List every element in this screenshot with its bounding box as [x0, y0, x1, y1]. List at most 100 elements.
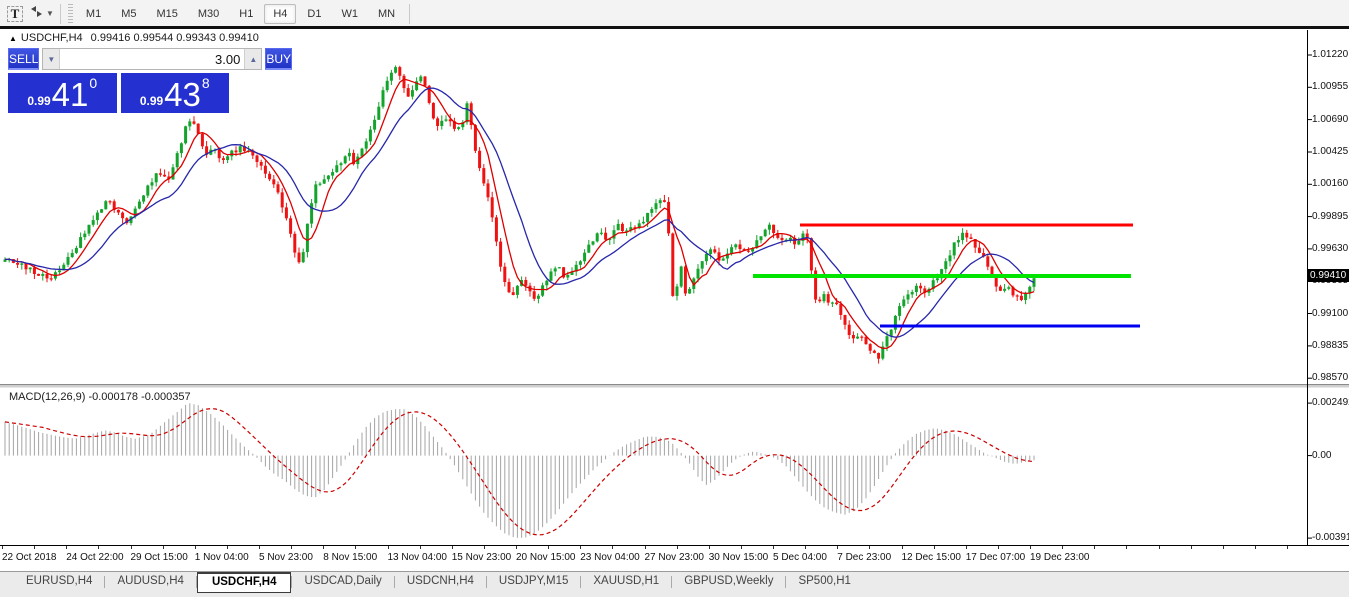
time-axis-tick	[612, 546, 613, 549]
volume-control: ▼ ▲	[42, 48, 262, 70]
time-axis[interactable]: 22 Oct 2018 24 Oct 22:00 29 Oct 15:00 1 Nov…	[0, 546, 1349, 571]
chart-tab-gbpusd-weekly[interactable]: GBPUSD,Weekly	[672, 572, 785, 591]
time-axis-tick	[355, 546, 356, 549]
chart-tab-usdcnh-h4[interactable]: USDCNH,H4	[395, 572, 486, 591]
timeframe-button-m1[interactable]: M1	[77, 4, 110, 24]
time-axis-tick	[1287, 546, 1288, 549]
toolbar-grip[interactable]	[68, 4, 73, 24]
time-axis-tick	[709, 546, 710, 549]
current-price-tag: 0.99410	[1308, 269, 1349, 282]
price-axis[interactable]: 0.99410 1.012201.009551.006901.004251.00…	[1308, 30, 1349, 546]
time-axis-label: 8 Nov 15:00	[323, 552, 377, 563]
price-axis-label: 0.99630	[1312, 243, 1348, 254]
volume-input[interactable]	[60, 49, 244, 69]
timeframe-button-h4[interactable]: H4	[264, 4, 296, 24]
buy-price-button[interactable]: 0.99438	[121, 73, 230, 113]
time-axis-label: 15 Nov 23:00	[452, 552, 512, 563]
toolbar-underline	[0, 26, 1349, 29]
time-axis-tick	[580, 546, 581, 549]
timeframe-button-w1[interactable]: W1	[332, 4, 367, 24]
time-axis-label: 22 Oct 2018	[2, 552, 56, 563]
time-axis-tick	[902, 546, 903, 549]
chart-tab-eurusd-h4[interactable]: EURUSD,H4	[14, 572, 104, 591]
time-axis-label: 24 Oct 22:00	[66, 552, 123, 563]
time-axis-tick	[966, 546, 967, 549]
chart-tab-audusd-h4[interactable]: AUDUSD,H4	[105, 572, 195, 591]
price-axis-label: 1.00160	[1312, 178, 1348, 189]
sell-price-pip: 0	[89, 75, 97, 91]
chart-tab-xauusd-h1[interactable]: XAUUSD,H1	[581, 572, 671, 591]
time-axis-tick	[869, 546, 870, 549]
chart-tab-bar: EURUSD,H4AUDUSD,H4USDCHF,H4USDCAD,DailyU…	[0, 571, 1349, 597]
chart-tab-usdjpy-m15[interactable]: USDJPY,M15	[487, 572, 580, 591]
macd-axis-label: 0.00	[1312, 450, 1331, 461]
time-axis-tick	[2, 546, 3, 549]
time-axis-tick	[131, 546, 132, 549]
time-axis-tick	[388, 546, 389, 549]
top-toolbar: T ▼ M1M5M15M30H1H4D1W1MN	[0, 0, 1349, 27]
time-axis-tick	[516, 546, 517, 549]
price-axis-label: 0.99100	[1312, 308, 1348, 319]
time-axis-tick	[1159, 546, 1160, 549]
chart-tab-sp500-h1[interactable]: SP500,H1	[786, 572, 862, 591]
macd-indicator-label: MACD(12,26,9) -0.000178 -0.000357	[9, 391, 191, 403]
price-axis-label: 0.98570	[1312, 372, 1348, 383]
price-axis-label: 1.00425	[1312, 146, 1348, 157]
collapse-triangle-icon[interactable]: ▲	[9, 34, 17, 43]
time-axis-label: 1 Nov 04:00	[195, 552, 249, 563]
timeframe-button-mn[interactable]: MN	[369, 4, 404, 24]
timeframe-button-h1[interactable]: H1	[230, 4, 262, 24]
time-axis-label: 30 Nov 15:00	[709, 552, 769, 563]
time-axis-tick	[323, 546, 324, 549]
timeframe-buttons: M1M5M15M30H1H4D1W1MN	[76, 4, 405, 24]
time-axis-tick	[548, 546, 549, 549]
time-axis-tick	[291, 546, 292, 549]
time-axis-tick	[1094, 546, 1095, 549]
volume-decrease-button[interactable]: ▼	[43, 49, 60, 69]
time-axis-label: 17 Dec 07:00	[966, 552, 1026, 563]
macd-axis-label: 0.002492	[1312, 397, 1349, 408]
time-axis-tick	[1030, 546, 1031, 549]
volume-increase-button[interactable]: ▲	[244, 49, 261, 69]
time-axis-tick	[227, 546, 228, 549]
text-tool-button[interactable]: T	[4, 3, 26, 25]
time-axis-label: 29 Oct 15:00	[131, 552, 188, 563]
time-axis-label: 5 Dec 04:00	[773, 552, 827, 563]
chart-tab-usdchf-h4[interactable]: USDCHF,H4	[197, 572, 292, 593]
time-axis-tick	[484, 546, 485, 549]
chart-tab-usdcad-daily[interactable]: USDCAD,Daily	[292, 572, 393, 591]
cursor-arrows-icon	[29, 5, 44, 23]
buy-price-pip: 8	[202, 75, 210, 91]
price-axis-label: 0.98835	[1312, 340, 1348, 351]
time-axis-tick	[1126, 546, 1127, 549]
price-axis-label: 0.99895	[1312, 211, 1348, 222]
time-axis-label: 12 Dec 15:00	[902, 552, 962, 563]
buy-price-base: 0.99	[140, 94, 163, 108]
time-axis-tick	[837, 546, 838, 549]
cursor-tool-button[interactable]: ▼	[28, 3, 55, 25]
time-axis-tick	[259, 546, 260, 549]
time-axis-tick	[1062, 546, 1063, 549]
timeframe-button-m5[interactable]: M5	[112, 4, 145, 24]
timeframe-button-m30[interactable]: M30	[189, 4, 228, 24]
price-axis-label: 1.00955	[1312, 81, 1348, 92]
timeframe-button-m15[interactable]: M15	[147, 4, 186, 24]
time-axis-tick	[1255, 546, 1256, 549]
sell-price-button[interactable]: 0.99410	[8, 73, 117, 113]
time-axis-tick	[452, 546, 453, 549]
time-axis-tick	[1191, 546, 1192, 549]
buy-button[interactable]: BUY	[265, 48, 292, 70]
price-axis-label: 1.01220	[1312, 49, 1348, 60]
one-click-trading-panel: SELL ▼ ▲ BUY 0.99410 0.99438	[8, 48, 229, 113]
time-axis-tick	[66, 546, 67, 549]
time-axis-label: 13 Nov 04:00	[388, 552, 448, 563]
sell-price-big: 41	[52, 77, 89, 113]
time-axis-label: 5 Nov 23:00	[259, 552, 313, 563]
sell-button[interactable]: SELL	[8, 48, 39, 70]
sell-price-base: 0.99	[27, 94, 50, 108]
time-axis-label: 19 Dec 23:00	[1030, 552, 1090, 563]
timeframe-button-d1[interactable]: D1	[298, 4, 330, 24]
time-axis-tick	[805, 546, 806, 549]
time-axis-label: 20 Nov 15:00	[516, 552, 576, 563]
time-axis-tick	[98, 546, 99, 549]
